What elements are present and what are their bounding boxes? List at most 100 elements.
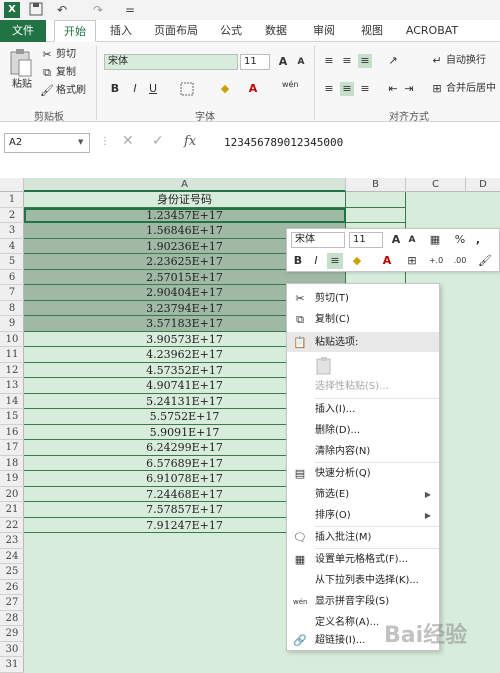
- merge-center-icon[interactable]: ⊞: [430, 82, 444, 96]
- menu-item-filter[interactable]: 筛选(E) ▶: [287, 484, 439, 505]
- mini-borders-icon[interactable]: ⊞: [405, 253, 419, 269]
- menu-item-show-phonetic[interactable]: wén 显示拼音字段(S): [287, 591, 439, 612]
- row-header[interactable]: 16: [0, 425, 24, 440]
- row-header[interactable]: 22: [0, 518, 24, 533]
- wrap-text-icon[interactable]: ↵: [430, 54, 444, 68]
- tab-acrobat[interactable]: ACROBAT: [400, 20, 464, 42]
- row-header[interactable]: 25: [0, 564, 24, 580]
- row-header[interactable]: 6: [0, 270, 24, 285]
- tab-file[interactable]: 文件: [0, 20, 46, 42]
- select-all-corner[interactable]: [0, 178, 24, 192]
- menu-item-copy[interactable]: ⧉ 复制(C): [287, 309, 439, 330]
- row-header[interactable]: 29: [0, 626, 24, 642]
- row-header[interactable]: 19: [0, 471, 24, 487]
- customize-quick-access-icon[interactable]: =: [122, 2, 138, 18]
- mini-number-format-icon[interactable]: ▦: [425, 232, 445, 248]
- borders-icon[interactable]: [180, 82, 194, 96]
- column-header-b[interactable]: B: [346, 178, 406, 192]
- menu-item-pick-from-list[interactable]: 从下拉列表中选择(K)...: [287, 570, 439, 591]
- align-right-icon[interactable]: ≡: [358, 82, 372, 96]
- row-header[interactable]: 11: [0, 347, 24, 363]
- menu-item-clear[interactable]: 清除内容(N): [287, 441, 439, 462]
- row-header[interactable]: 3: [0, 223, 24, 239]
- menu-item-insert[interactable]: 插入(I)...: [287, 399, 439, 420]
- row-header[interactable]: 8: [0, 301, 24, 316]
- menu-item-paste-special[interactable]: 选择性粘贴(S)...: [287, 376, 439, 397]
- row-header[interactable]: 21: [0, 502, 24, 518]
- mini-shrink-font-icon[interactable]: A: [405, 232, 419, 248]
- mini-bold-button[interactable]: B: [291, 253, 305, 269]
- cancel-icon[interactable]: ✕: [122, 133, 134, 149]
- mini-font-select[interactable]: 宋体: [291, 232, 345, 248]
- name-box-dropdown-icon[interactable]: ▼: [78, 138, 83, 146]
- tab-view[interactable]: 视图: [352, 20, 392, 42]
- phonetic-guide-icon[interactable]: wén: [282, 80, 299, 89]
- font-color-icon[interactable]: A: [246, 82, 260, 96]
- header-cell[interactable]: 身份证号码: [24, 192, 346, 208]
- table-cell[interactable]: [346, 207, 406, 223]
- align-top-icon[interactable]: ≡: [322, 54, 336, 68]
- row-header[interactable]: 10: [0, 332, 24, 347]
- tab-data[interactable]: 数据: [256, 20, 296, 42]
- row-header[interactable]: 14: [0, 394, 24, 409]
- bold-button[interactable]: B: [108, 82, 122, 96]
- row-header[interactable]: 5: [0, 254, 24, 270]
- italic-button[interactable]: I: [128, 82, 142, 96]
- align-bottom-icon[interactable]: ≡: [358, 54, 372, 68]
- row-header[interactable]: 15: [0, 409, 24, 425]
- row-header[interactable]: 18: [0, 456, 24, 471]
- align-center-icon[interactable]: ≡: [340, 82, 354, 96]
- mini-format-painter-icon[interactable]: 🖌: [477, 253, 493, 269]
- tab-home[interactable]: 开始: [54, 20, 96, 42]
- menu-item-delete[interactable]: 删除(D)...: [287, 420, 439, 441]
- align-middle-icon[interactable]: ≡: [340, 54, 354, 68]
- tab-formulas[interactable]: 公式: [214, 20, 248, 42]
- row-header[interactable]: 28: [0, 611, 24, 626]
- formula-input[interactable]: 123456789012345000: [214, 133, 500, 153]
- font-size-select[interactable]: 11: [240, 54, 270, 70]
- wrap-text-button[interactable]: 自动换行: [446, 54, 486, 68]
- grow-font-icon[interactable]: A: [276, 55, 290, 69]
- mini-comma-button[interactable]: ,: [471, 232, 485, 248]
- format-painter-icon[interactable]: 🖌: [40, 84, 54, 98]
- tab-insert[interactable]: 插入: [104, 20, 138, 42]
- row-header[interactable]: 4: [0, 239, 24, 254]
- mini-size-select[interactable]: 11: [349, 232, 383, 248]
- orientation-icon[interactable]: ↗: [386, 54, 400, 68]
- tab-page-layout[interactable]: 页面布局: [146, 20, 206, 42]
- mini-italic-button[interactable]: I: [309, 253, 323, 269]
- mini-font-color-icon[interactable]: A: [379, 253, 395, 269]
- scissors-icon[interactable]: ✂: [40, 48, 54, 62]
- row-header[interactable]: 9: [0, 316, 24, 332]
- mini-grow-font-icon[interactable]: A: [389, 232, 403, 248]
- align-left-icon[interactable]: ≡: [322, 82, 336, 96]
- row-header[interactable]: 7: [0, 285, 24, 301]
- undo-icon[interactable]: ↶: [54, 2, 70, 18]
- row-header[interactable]: 2: [0, 208, 24, 223]
- menu-item-sort[interactable]: 排序(O) ▶: [287, 505, 439, 526]
- font-name-select[interactable]: 宋体: [104, 54, 238, 70]
- row-header[interactable]: 23: [0, 533, 24, 549]
- row-header[interactable]: 1: [0, 192, 24, 208]
- mini-increase-decimal-button[interactable]: +.0: [425, 253, 447, 269]
- decrease-indent-icon[interactable]: ⇤: [386, 82, 400, 96]
- tab-review[interactable]: 审阅: [304, 20, 344, 42]
- copy-icon[interactable]: ⧉: [40, 66, 54, 80]
- paste-icon[interactable]: [8, 48, 34, 78]
- column-header-a[interactable]: A: [24, 178, 346, 192]
- row-header[interactable]: 27: [0, 595, 24, 611]
- row-header[interactable]: 30: [0, 642, 24, 657]
- row-header[interactable]: 13: [0, 378, 24, 394]
- column-header-c[interactable]: C: [406, 178, 466, 192]
- cut-button[interactable]: 剪切: [56, 48, 76, 62]
- increase-indent-icon[interactable]: ⇥: [402, 82, 416, 96]
- insert-function-icon[interactable]: fx: [184, 134, 196, 149]
- row-header[interactable]: 12: [0, 363, 24, 378]
- mini-fill-color-icon[interactable]: ◆: [349, 253, 365, 269]
- row-header[interactable]: 24: [0, 549, 24, 564]
- row-header[interactable]: 17: [0, 440, 24, 456]
- shrink-font-icon[interactable]: A: [294, 55, 308, 69]
- format-painter-button[interactable]: 格式刷: [56, 84, 86, 98]
- paste-clipboard-icon[interactable]: [315, 356, 333, 376]
- fill-color-icon[interactable]: ◆: [218, 82, 232, 96]
